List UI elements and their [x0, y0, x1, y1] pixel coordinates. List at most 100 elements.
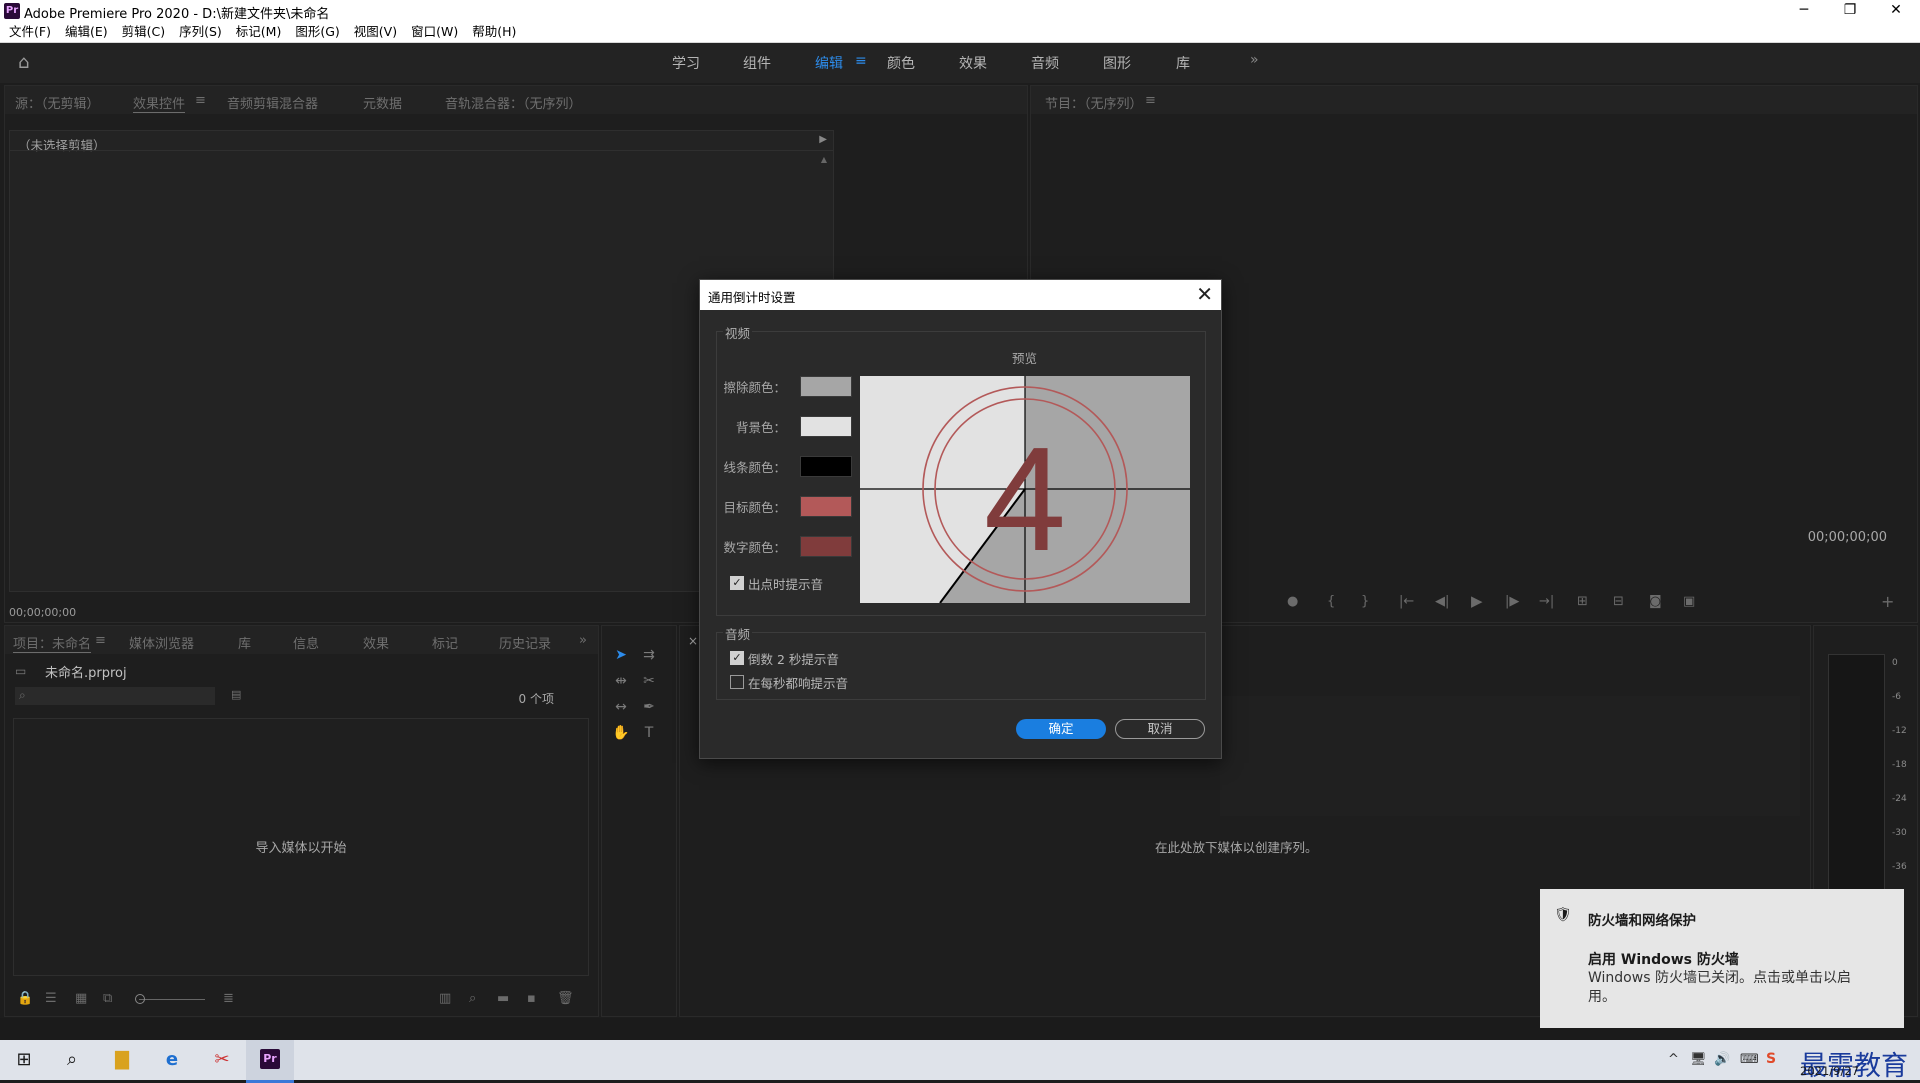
file-explorer-icon[interactable]: ▇: [110, 1048, 134, 1072]
wipe-color-swatch[interactable]: [800, 376, 852, 397]
type-tool-icon[interactable]: T: [640, 724, 658, 742]
ripple-edit-tool-icon[interactable]: ⇹: [612, 672, 630, 690]
minimize-icon[interactable]: ─: [1781, 0, 1827, 22]
menu-markers[interactable]: 标记(M): [229, 22, 289, 42]
background-color-swatch[interactable]: [800, 416, 852, 437]
go-to-out-icon[interactable]: →|: [1539, 594, 1554, 609]
line-color-swatch[interactable]: [800, 456, 852, 477]
add-button-icon[interactable]: +: [1881, 592, 1894, 611]
tab-libraries[interactable]: 库: [238, 633, 251, 652]
cancel-button[interactable]: 取消: [1115, 719, 1205, 739]
numeral-color-swatch[interactable]: [800, 536, 852, 557]
edge-browser-icon[interactable]: e: [160, 1048, 184, 1072]
expand-arrow-icon[interactable]: ▶: [819, 134, 827, 145]
new-bin-icon[interactable]: ▬: [497, 991, 509, 1006]
slip-tool-icon[interactable]: ↔: [612, 698, 630, 716]
workspace-learn[interactable]: 学习: [672, 53, 700, 73]
input-method-icon[interactable]: ⌨: [1740, 1052, 1759, 1067]
play-icon[interactable]: ▶: [1471, 592, 1483, 610]
freeform-view-icon[interactable]: ⧉: [103, 991, 112, 1006]
restore-icon[interactable]: ❐: [1827, 0, 1873, 22]
workspace-audio[interactable]: 音频: [1031, 53, 1059, 73]
snipping-tool-icon[interactable]: ✂: [210, 1048, 234, 1072]
close-window-icon[interactable]: ✕: [1873, 0, 1919, 22]
new-item-icon[interactable]: ▪: [527, 991, 536, 1006]
add-marker-icon[interactable]: ●: [1287, 594, 1298, 609]
find-icon[interactable]: ⌕: [469, 991, 476, 1006]
menu-sequence[interactable]: 序列(S): [172, 22, 229, 42]
menu-help[interactable]: 帮助(H): [465, 22, 523, 42]
tray-chevron-icon[interactable]: ^: [1668, 1052, 1679, 1067]
menu-graphics[interactable]: 图形(G): [288, 22, 346, 42]
menu-edit[interactable]: 编辑(E): [58, 22, 115, 42]
network-icon[interactable]: 🖥: [1690, 1052, 1707, 1067]
lift-icon[interactable]: ⊞: [1577, 594, 1588, 609]
home-icon[interactable]: ⌂: [18, 54, 36, 72]
premiere-taskbar-button[interactable]: Pr: [246, 1040, 294, 1083]
tab-program[interactable]: 节目：（无序列）: [1045, 93, 1143, 112]
lock-icon[interactable]: 🔒: [17, 991, 33, 1006]
tab-media-browser[interactable]: 媒体浏览器: [129, 633, 194, 652]
target-color-swatch[interactable]: [800, 496, 852, 517]
dialog-close-icon[interactable]: ✕: [1196, 282, 1213, 306]
tab-info[interactable]: 信息: [293, 633, 319, 652]
go-to-in-icon[interactable]: |←: [1399, 594, 1414, 609]
close-timeline-icon[interactable]: ×: [688, 634, 698, 648]
tab-project[interactable]: 项目：未命名: [13, 633, 92, 653]
workspace-graphics[interactable]: 图形: [1103, 53, 1131, 73]
workspace-menu-icon[interactable]: ≡: [855, 53, 867, 69]
tab-menu-icon[interactable]: ≡: [195, 93, 206, 108]
tab-history[interactable]: 历史记录: [499, 633, 551, 652]
menu-clip[interactable]: 剪辑(C): [115, 22, 172, 42]
zoom-slider-handle[interactable]: [135, 994, 145, 1004]
program-tab-menu-icon[interactable]: ≡: [1145, 93, 1156, 108]
menu-view[interactable]: 视图(V): [347, 22, 404, 42]
timeline-track-area[interactable]: [1220, 696, 1800, 816]
workspace-color[interactable]: 颜色: [887, 53, 915, 73]
sogou-icon[interactable]: S: [1766, 1051, 1776, 1067]
project-search-input[interactable]: ⌕: [15, 687, 215, 705]
menu-window[interactable]: 窗口(W): [404, 22, 465, 42]
ok-button[interactable]: 确定: [1016, 719, 1106, 739]
scroll-up-icon[interactable]: ▲: [821, 155, 827, 164]
cue-at-out-checkbox[interactable]: ✓: [730, 576, 744, 590]
tab-effects[interactable]: 效果: [363, 633, 389, 652]
trash-icon[interactable]: 🗑: [557, 991, 574, 1006]
project-content-area[interactable]: 导入媒体以开始: [13, 718, 589, 976]
two-second-beep-checkbox[interactable]: ✓: [730, 651, 744, 665]
step-forward-icon[interactable]: |▶: [1505, 594, 1519, 609]
workspace-effects[interactable]: 效果: [959, 53, 987, 73]
beep-every-second-checkbox[interactable]: [730, 675, 744, 689]
track-select-tool-icon[interactable]: ⇉: [640, 646, 658, 664]
selection-tool-icon[interactable]: ➤: [612, 646, 630, 664]
firewall-notification[interactable]: 🛡 防火墙和网络保护 启用 Windows 防火墙 Windows 防火墙已关闭…: [1540, 889, 1904, 1028]
tab-source[interactable]: 源：（无剪辑）: [15, 93, 100, 112]
sort-icon[interactable]: ≣: [223, 991, 234, 1006]
workspace-assembly[interactable]: 组件: [743, 53, 771, 73]
hand-tool-icon[interactable]: ✋: [612, 724, 630, 742]
tab-effect-controls[interactable]: 效果控件: [133, 93, 186, 113]
extract-icon[interactable]: ⊟: [1613, 594, 1624, 609]
export-frame-icon[interactable]: ◙: [1649, 594, 1662, 609]
razor-tool-icon[interactable]: ✂: [640, 672, 658, 690]
volume-icon[interactable]: 🔊: [1714, 1052, 1730, 1067]
new-search-bin-icon[interactable]: ▤: [231, 688, 241, 701]
pen-tool-icon[interactable]: ✒: [640, 698, 658, 716]
automate-to-sequence-icon[interactable]: ▥: [439, 991, 451, 1006]
workspace-libraries[interactable]: 库: [1176, 53, 1190, 73]
project-overflow-icon[interactable]: »: [579, 633, 587, 648]
workspace-overflow-icon[interactable]: »: [1250, 52, 1259, 68]
comparison-view-icon[interactable]: ▣: [1683, 594, 1695, 609]
step-back-icon[interactable]: ◀|: [1435, 594, 1449, 609]
workspace-editing[interactable]: 编辑: [815, 53, 843, 73]
search-icon[interactable]: ⌕: [60, 1048, 84, 1072]
tab-audio-clip-mixer[interactable]: 音频剪辑混合器: [227, 93, 318, 112]
icon-view-icon[interactable]: ▦: [75, 991, 87, 1006]
zoom-slider[interactable]: [139, 999, 205, 1000]
menu-file[interactable]: 文件(F): [2, 22, 58, 42]
tab-metadata[interactable]: 元数据: [363, 93, 402, 112]
tab-audio-track-mixer[interactable]: 音轨混合器：（无序列）: [445, 93, 582, 112]
mark-out-icon[interactable]: }: [1361, 594, 1369, 609]
tab-markers[interactable]: 标记: [432, 633, 458, 652]
project-tab-menu-icon[interactable]: ≡: [95, 633, 106, 648]
